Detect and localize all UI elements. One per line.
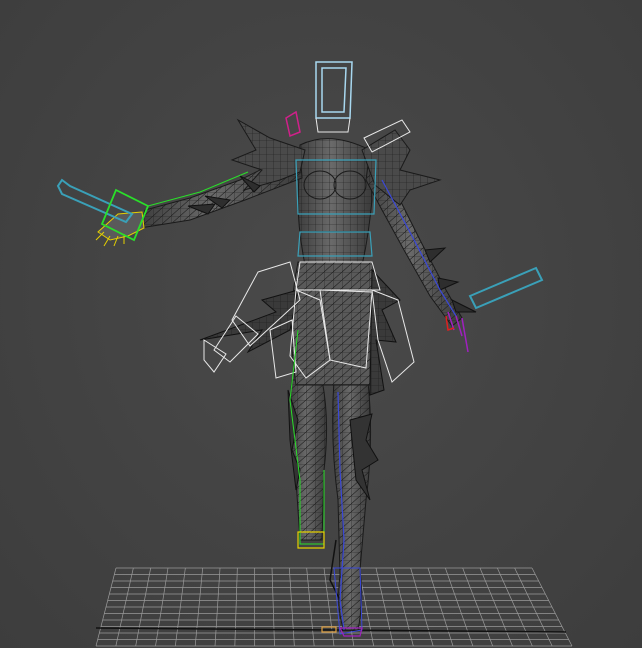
right-forearm-bone[interactable]: [468, 266, 544, 310]
head-bone-box[interactable]: [315, 61, 353, 119]
ground-grid: [95, 567, 573, 647]
magenta-bone[interactable]: [285, 110, 301, 138]
neck-bone[interactable]: [315, 117, 351, 133]
viewport-scene[interactable]: [0, 0, 642, 648]
3d-viewport[interactable]: [0, 0, 642, 648]
